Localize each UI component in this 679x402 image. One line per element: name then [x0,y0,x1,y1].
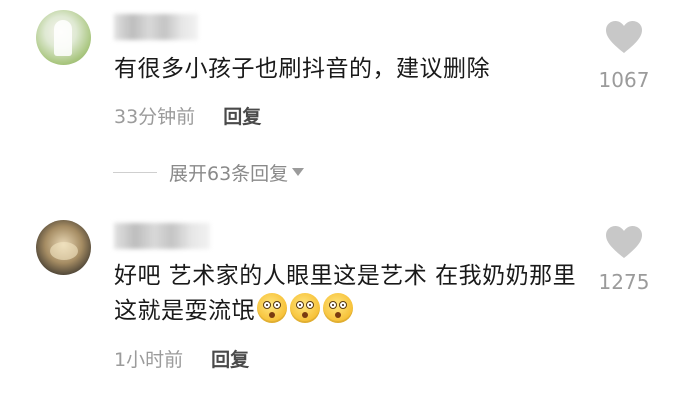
avatar[interactable] [36,10,91,65]
comment-meta: 33分钟前 回复 [114,104,261,130]
username-blurred[interactable] [114,14,198,40]
comment-time: 33分钟前 [114,106,196,128]
emoji-group [257,293,353,323]
comment-time: 1小时前 [114,349,184,371]
expand-replies-label: 展开63条回复 [169,162,289,185]
comment-text: 有很多小孩子也刷抖音的，建议删除 [114,56,490,82]
expand-replies-button[interactable]: 展开63条回复 [113,159,305,185]
surprised-face-emoji [257,293,287,323]
avatar-figure [50,242,78,260]
heart-icon[interactable] [605,20,643,54]
reply-button[interactable]: 回复 [211,349,249,371]
heart-icon[interactable] [605,225,643,259]
like-button[interactable]: 1067 [584,20,664,93]
avatar-figure [54,20,72,56]
comment-item: 好吧 艺术家的人眼里这是艺术 在我奶奶那里这就是耍流氓 1小时前 回复 1275 [0,205,679,402]
surprised-face-emoji [290,293,320,323]
surprised-face-emoji [323,293,353,323]
avatar[interactable] [36,220,91,275]
triangle-down-icon [292,168,305,176]
comment-meta: 1小时前 回复 [114,347,249,373]
like-button[interactable]: 1275 [584,225,664,295]
username-blurred[interactable] [114,223,210,249]
divider-line [113,171,157,173]
comment-item: 有很多小孩子也刷抖音的，建议删除 33分钟前 回复 1067 展开63条回复 [0,0,679,205]
like-count: 1067 [598,68,650,92]
like-count: 1275 [598,270,650,294]
reply-button[interactable]: 回复 [223,106,261,128]
comment-text-block: 好吧 艺术家的人眼里这是艺术 在我奶奶那里这就是耍流氓 [114,259,584,328]
